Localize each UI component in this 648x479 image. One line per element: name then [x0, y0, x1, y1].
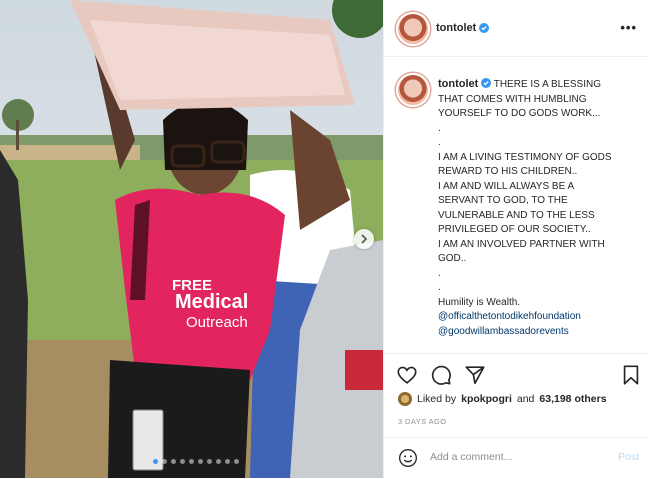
chevron-right-icon [361, 234, 368, 244]
caption-line: YOURSELF TO DO GODS WORK... [438, 108, 601, 119]
shirt-text-outreach: Outreach [186, 314, 248, 331]
caption-line: REWARD TO HIS CHILDREN.. [438, 166, 578, 177]
carousel-dot [198, 459, 203, 464]
caption-line: I AM AND WILL ALWAYS BE A [438, 180, 575, 192]
next-photo-button[interactable] [354, 229, 374, 249]
post-comment-button[interactable]: Post [618, 451, 639, 463]
caption-line: THERE IS A BLESSING [493, 79, 601, 90]
likes-summary: Liked by kpokpogri and 63,198 others [398, 392, 607, 406]
post-header: tontolet ••• [384, 0, 648, 57]
carousel-dot [153, 459, 158, 464]
comment-input[interactable] [428, 450, 602, 464]
carousel-dot [171, 459, 176, 464]
action-icons [396, 364, 486, 386]
caption-line: . [438, 122, 441, 134]
post-photo[interactable]: FREE Medical Outreach [0, 0, 383, 478]
caption-line: VULNERABLE AND TO THE LESS [438, 209, 595, 221]
caption-line: . [438, 267, 441, 279]
caption-first-line: tontolet THERE IS A BLESSING [438, 77, 638, 93]
share-icon[interactable] [464, 364, 486, 386]
author-avatar[interactable] [396, 12, 430, 46]
caption-line: THAT COMES WITH HUMBLING [438, 93, 587, 105]
caption-avatar[interactable] [396, 73, 430, 107]
verified-badge-icon [481, 78, 492, 88]
likes-middle: and [516, 393, 535, 405]
liker-avatar[interactable] [398, 392, 412, 406]
comment-icon[interactable] [430, 364, 452, 386]
carousel-dot [216, 459, 221, 464]
likes-count-link[interactable]: 63,198 others [539, 393, 606, 405]
heart-icon[interactable] [396, 364, 418, 386]
caption-mention-link[interactable]: @officalthetontodikehfoundation [438, 310, 638, 325]
photo-illustration: FREE Medical Outreach [0, 0, 383, 478]
post-date[interactable]: 3 DAYS AGO [398, 417, 446, 426]
more-options-button[interactable]: ••• [620, 20, 637, 35]
caption-username[interactable]: tontolet [438, 78, 478, 90]
caption-line: Humility is Wealth. [438, 296, 521, 308]
carousel-dot [234, 459, 239, 464]
post-details-panel: tontolet ••• tontolet THERE IS A BLESSIN… [383, 0, 648, 478]
author-name-wrap: tontolet [436, 22, 490, 34]
caption-mention-link[interactable]: @goodwillambassadorevents [438, 325, 638, 340]
caption-line: I AM A LIVING TESTIMONY OF GODS [438, 151, 612, 163]
carousel-dot [189, 459, 194, 464]
comment-bar: Post [384, 437, 648, 479]
carousel-dot [207, 459, 212, 464]
liker-username[interactable]: kpokpogri [461, 393, 512, 405]
caption-line: GOD.. [438, 253, 467, 264]
carousel-indicator [153, 459, 239, 464]
caption-area: tontolet THERE IS A BLESSING THAT COMES … [384, 57, 648, 352]
bookmark-icon[interactable] [620, 364, 642, 386]
carousel-dot [180, 459, 185, 464]
emoji-icon[interactable] [398, 448, 418, 468]
likes-prefix: Liked by [417, 393, 457, 405]
caption-line: PRIVILEGED OF OUR SOCIETY.. [438, 224, 591, 235]
caption-line: SERVANT TO GOD, TO THE [438, 195, 568, 206]
shirt-text-medical: Medical [175, 291, 248, 313]
caption-line: . [438, 282, 441, 293]
caption-text: tontolet THERE IS A BLESSING THAT COMES … [438, 77, 638, 339]
post-actions: Liked by kpokpogri and 63,198 others 3 D… [384, 353, 648, 426]
carousel-dot [225, 459, 230, 464]
carousel-dot [162, 459, 167, 464]
caption-line: I AM AN INVOLVED PARTNER WITH [438, 238, 605, 250]
caption-line: . [438, 137, 441, 148]
author-username[interactable]: tontolet [436, 22, 476, 34]
verified-badge-icon [479, 23, 490, 33]
